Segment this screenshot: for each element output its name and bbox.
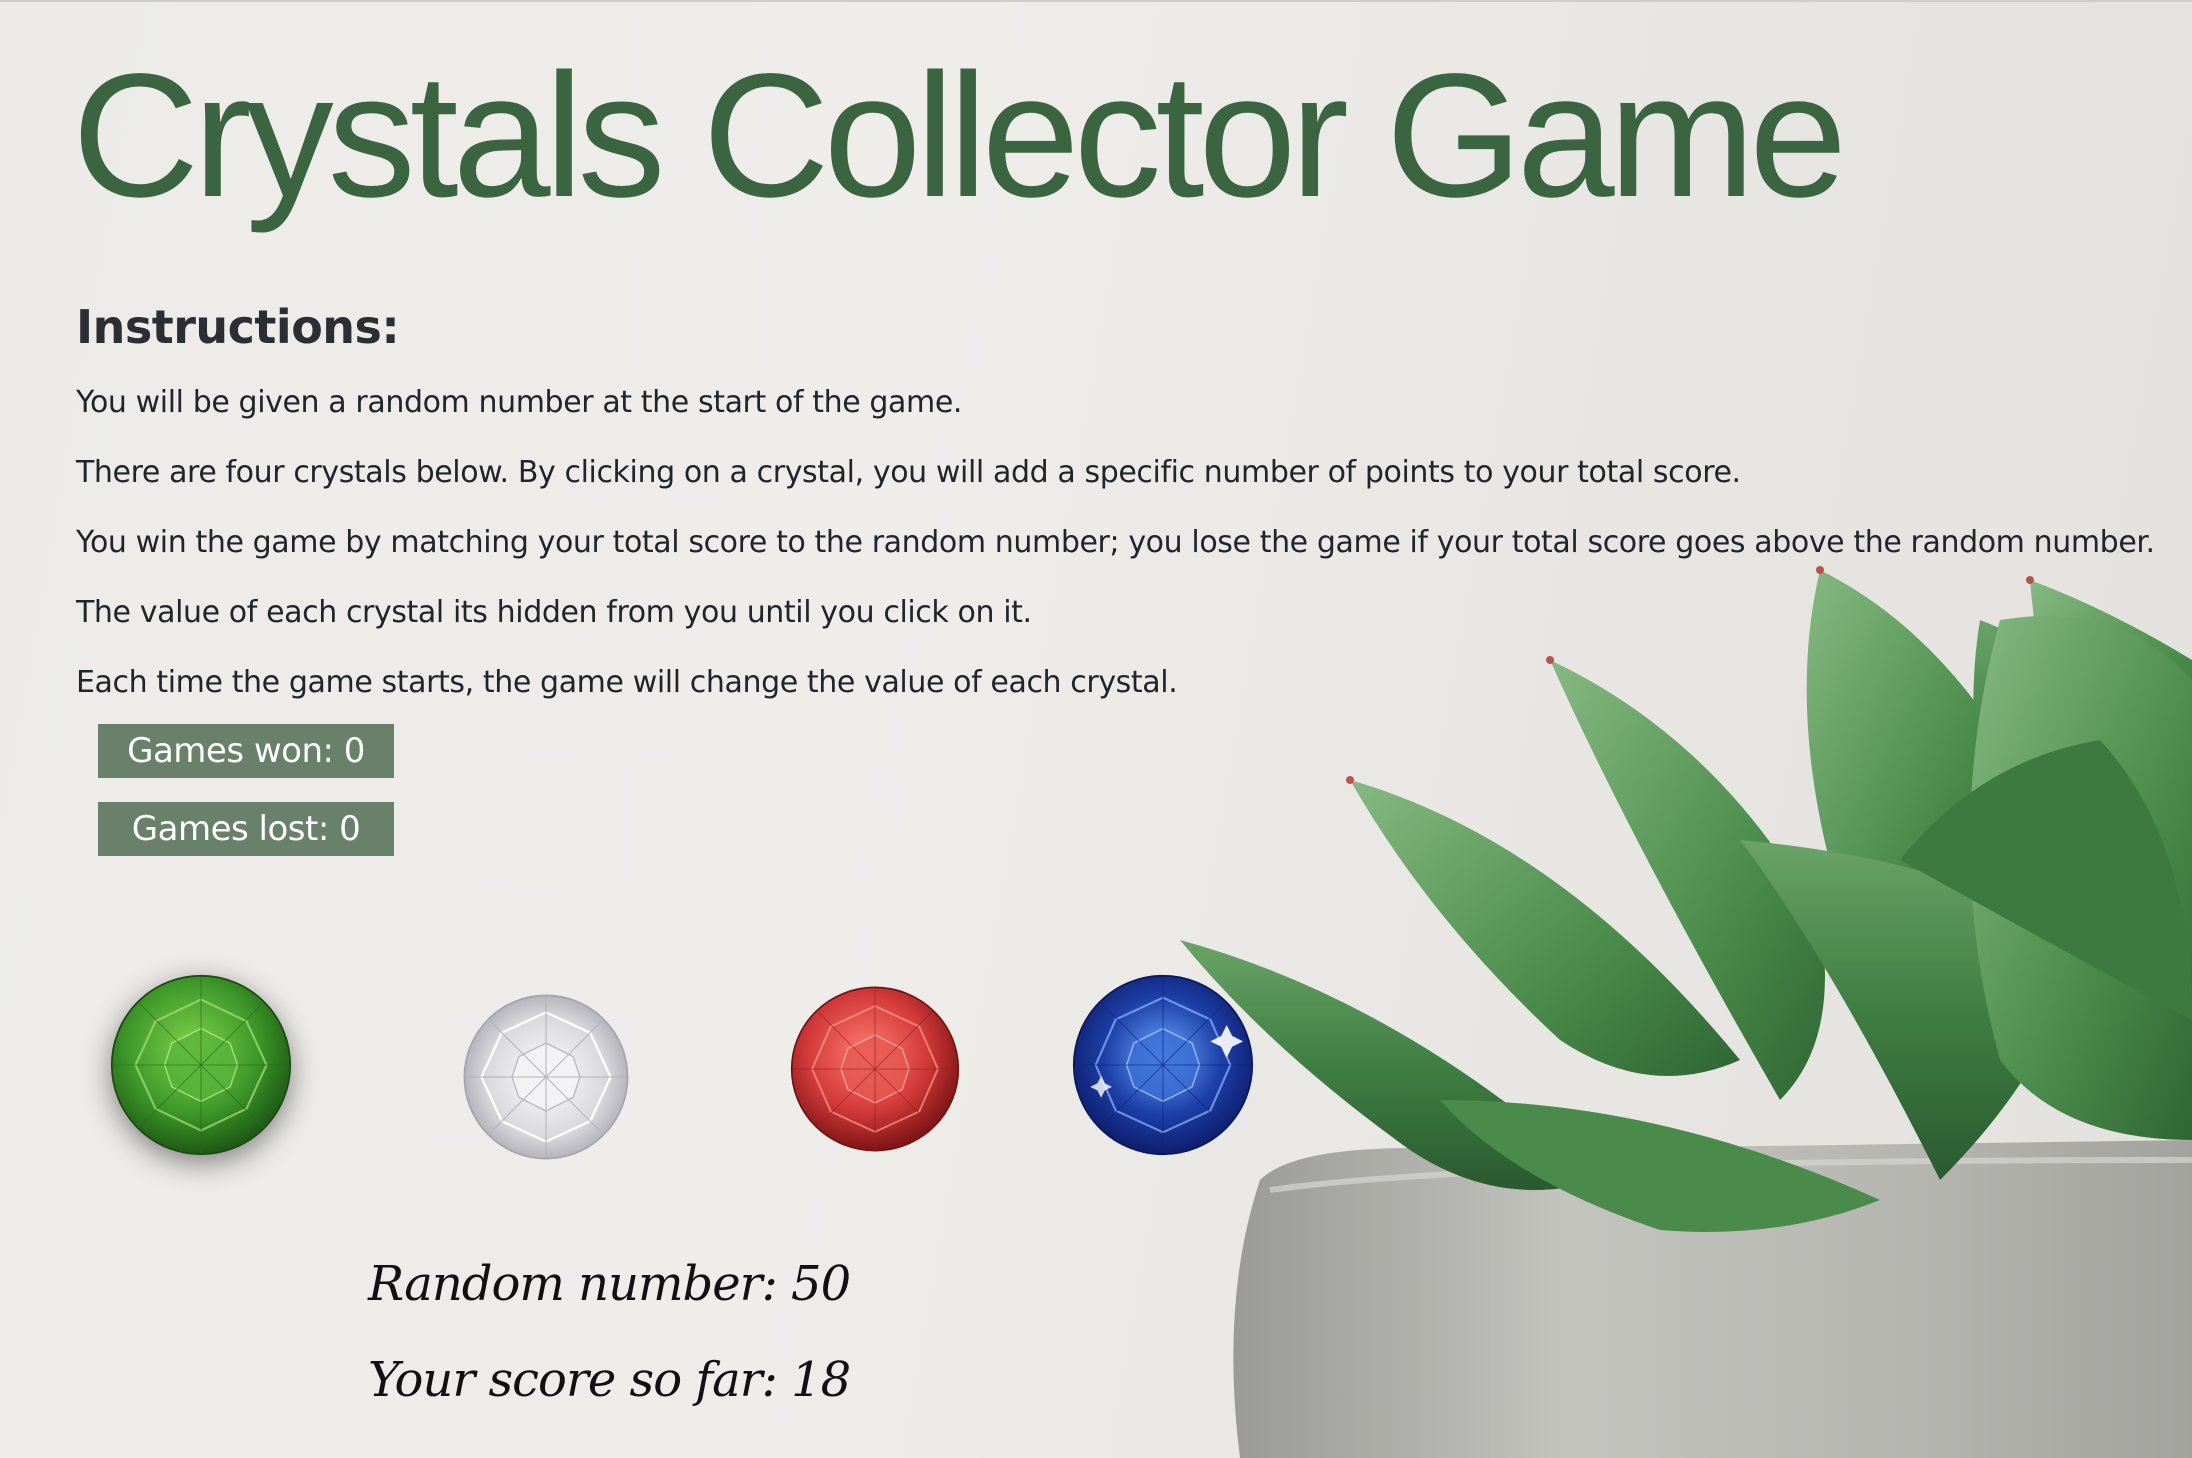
red-gem-icon [790, 986, 960, 1152]
white-crystal-button[interactable] [460, 992, 632, 1162]
green-gem-icon [110, 974, 292, 1156]
instructions-section: Instructions: You will be given a random… [76, 300, 2156, 718]
games-lost-badge: Games lost: 0 [98, 802, 394, 856]
instruction-line: You win the game by matching your total … [76, 525, 2155, 560]
red-crystal-button[interactable] [786, 984, 964, 1154]
page-title: Crystals Collector Game [72, 38, 1847, 234]
games-won-badge: Games won: 0 [98, 724, 394, 778]
random-number-display: Random number: 50 [368, 1256, 851, 1312]
game-page: Crystals Collector Game Instructions: Yo… [0, 0, 2192, 1458]
blue-gem-icon [1072, 974, 1254, 1156]
instruction-line: Each time the game starts, the game will… [76, 665, 1178, 700]
green-crystal-button[interactable] [110, 974, 292, 1156]
instruction-line: There are four crystals below. By clicki… [76, 455, 1741, 490]
top-border [0, 0, 2192, 2]
current-score-display: Your score so far: 18 [368, 1352, 851, 1408]
instruction-line: You will be given a random number at the… [76, 385, 963, 420]
instructions-heading: Instructions: [76, 300, 400, 354]
white-gem-icon [463, 994, 629, 1160]
blue-crystal-button[interactable] [1072, 974, 1254, 1156]
instruction-line: The value of each crystal its hidden fro… [76, 595, 1032, 630]
